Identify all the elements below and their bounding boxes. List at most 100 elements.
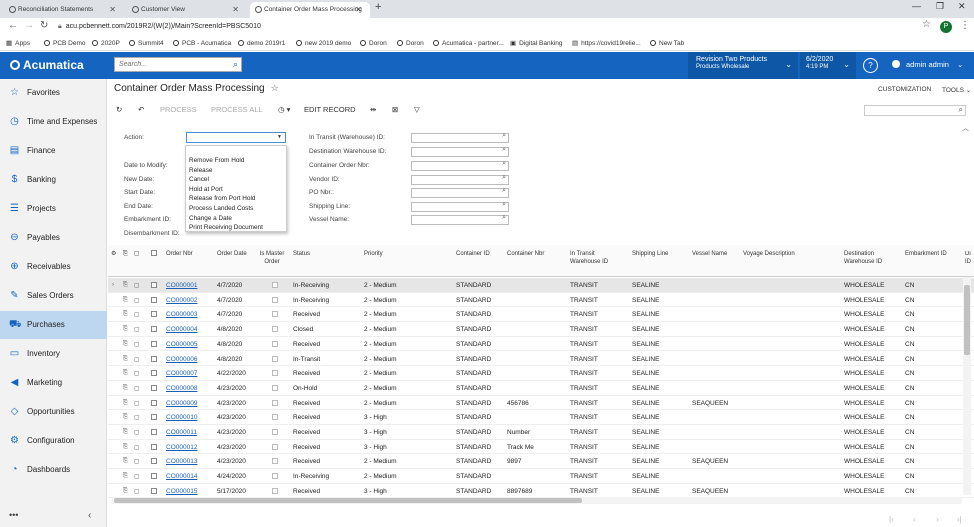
bookmark-item[interactable]: Doron <box>397 38 424 49</box>
cell-order-nbr[interactable]: CO000010 <box>166 414 197 421</box>
sidebar-item-configuration[interactable]: ⚙ Configuration <box>0 427 107 455</box>
note-icon[interactable]: ▢ <box>134 458 140 465</box>
grid-vertical-scrollbar[interactable] <box>963 277 971 495</box>
company-selector[interactable]: Revision Two Products Products Wholesale… <box>688 52 798 79</box>
row-select-checkbox[interactable] <box>151 384 157 391</box>
search-icon[interactable]: ⌕ <box>502 146 506 154</box>
table-row[interactable]: ⎘ ▢ CO000003 4/7/2020 Received 2 - Medium STAN… <box>108 307 974 323</box>
select-all-checkbox[interactable] <box>151 250 157 256</box>
attachment-icon[interactable]: ⎘ <box>123 385 128 392</box>
note-icon[interactable]: ▢ <box>134 326 140 333</box>
attachment-icon[interactable]: ⎘ <box>123 414 128 421</box>
col-container-id[interactable]: Container ID <box>456 251 490 259</box>
col-container-nbr[interactable]: Container Nbr <box>507 251 544 259</box>
note-icon[interactable]: ▢ <box>134 385 140 392</box>
user-menu[interactable]: admin admin ⌄ <box>886 52 974 79</box>
schedule-icon[interactable]: ◷ ▾ <box>278 105 290 114</box>
row-select-checkbox[interactable] <box>151 296 157 303</box>
search-icon[interactable]: ⌕ <box>502 187 506 195</box>
forward-icon[interactable]: → <box>24 20 34 31</box>
cell-order-nbr[interactable]: CO000006 <box>166 356 197 363</box>
action-select[interactable]: ▼ <box>186 132 286 143</box>
note-icon[interactable]: ▢ <box>134 444 140 451</box>
col-is-master-order[interactable]: Is Master Order <box>259 251 285 266</box>
col-order-nbr[interactable]: Order Nbr <box>166 251 193 259</box>
table-row[interactable]: ⎘ ▢ CO000005 4/8/2020 Received 2 - Medium STAN… <box>108 337 974 352</box>
search-icon[interactable]: ⌕ <box>502 174 506 182</box>
search-icon[interactable]: ⌕ <box>502 201 506 209</box>
edit-record-button[interactable]: EDIT RECORD <box>304 105 356 114</box>
cell-order-nbr[interactable]: CO000011 <box>166 429 197 436</box>
search-input[interactable] <box>115 58 225 71</box>
row-select-checkbox[interactable] <box>151 429 157 435</box>
sidebar-item-opportunities[interactable]: ◇ Opportunities <box>0 398 107 426</box>
sidebar-item-payables[interactable]: ⊖ Payables <box>0 224 107 252</box>
close-tab-icon[interactable]: ✕ <box>232 2 239 17</box>
profile-avatar[interactable]: P <box>940 21 952 33</box>
note-icon[interactable]: ▢ <box>134 429 140 436</box>
destination-warehouse-field[interactable]: ⌕ <box>411 146 509 157</box>
note-icon[interactable]: ▢ <box>134 356 140 363</box>
action-option[interactable]: Print Receiving Document <box>186 223 286 233</box>
acumatica-logo[interactable]: Acumatica <box>10 58 84 72</box>
browser-tab-active[interactable]: Container Order Mass Processing ✕ <box>250 2 370 18</box>
bookmark-star-icon[interactable]: ☆ <box>922 19 931 30</box>
undo-icon[interactable]: ↶ <box>138 105 144 114</box>
action-option[interactable]: Hold at Port <box>186 185 286 195</box>
search-icon[interactable]: ⌕ <box>233 59 238 70</box>
col-destination-warehouse-id[interactable]: Destination Warehouse ID <box>844 251 900 266</box>
cell-order-nbr[interactable]: CO000004 <box>166 326 197 333</box>
note-icon[interactable]: ▢ <box>134 370 140 377</box>
sidebar-item-purchases[interactable]: ⛟ Purchases <box>0 311 107 339</box>
attachment-icon[interactable]: ⎘ <box>123 444 128 451</box>
cell-order-nbr[interactable]: CO000013 <box>166 458 197 465</box>
row-select-checkbox[interactable] <box>151 487 157 494</box>
attachment-icon[interactable]: ⎘ <box>123 282 128 289</box>
favorite-star-icon[interactable]: ☆ <box>271 83 279 93</box>
scroll-thumb[interactable] <box>114 498 582 503</box>
cell-order-nbr[interactable]: CO000001 <box>166 282 197 289</box>
search-icon[interactable]: ⌕ <box>502 214 506 222</box>
attachment-icon[interactable]: ⎘ <box>123 400 128 407</box>
cell-order-nbr[interactable]: CO000005 <box>166 341 197 348</box>
attachment-icon[interactable]: ⎘ <box>123 429 128 436</box>
browser-tab[interactable]: Reconciliation Statements ✕ <box>4 2 124 18</box>
search-icon[interactable]: ⌕ <box>502 132 506 140</box>
note-icon[interactable]: ▢ <box>134 341 140 348</box>
cell-order-nbr[interactable]: CO000003 <box>166 311 197 318</box>
attachment-icon[interactable]: ⎘ <box>123 458 128 465</box>
bookmark-item[interactable]: demo 2019r1 <box>238 38 285 49</box>
table-row[interactable]: ⎘ ▢ CO000007 4/22/2020 Received 2 - Medium STA… <box>108 366 974 381</box>
row-select-checkbox[interactable] <box>151 326 157 333</box>
cell-order-nbr[interactable]: CO000002 <box>166 297 197 304</box>
sidebar-item-receivables[interactable]: ⊕ Receivables <box>0 253 107 281</box>
col-in-transit-warehouse-id[interactable]: In Transit Warehouse ID <box>570 251 620 266</box>
action-option[interactable]: Cancel <box>186 175 286 185</box>
browser-menu-icon[interactable]: ⋮ <box>960 20 970 31</box>
row-select-checkbox[interactable] <box>151 340 157 347</box>
table-row[interactable]: ⎘ ▢ CO000013 4/23/2020 Received 2 - Medium STA… <box>108 454 974 470</box>
close-window-icon[interactable]: ✕ <box>958 1 966 12</box>
col-priority[interactable]: Priority <box>364 251 383 259</box>
col-vessel-name[interactable]: Vessel Name <box>692 251 727 259</box>
row-select-checkbox[interactable] <box>151 458 157 465</box>
last-page-icon[interactable]: ›| <box>957 515 962 524</box>
table-row[interactable]: ⎘ ▢ CO000012 4/23/2020 Received 3 - High STAND… <box>108 440 974 455</box>
bookmark-item[interactable]: 2020P <box>92 38 120 49</box>
fit-to-screen-icon[interactable]: ⇹ <box>370 105 376 114</box>
attachment-icon[interactable]: ⎘ <box>123 370 128 377</box>
sidebar-item-dashboards[interactable]: ◔ Dashboards <box>0 456 107 484</box>
po-nbr-field[interactable]: ⌕ <box>411 187 509 198</box>
col-shipping-line[interactable]: Shipping Line <box>632 251 668 259</box>
refresh-icon[interactable]: ↻ <box>116 105 122 114</box>
bookmark-item[interactable]: New Tab <box>650 38 684 49</box>
cell-order-nbr[interactable]: CO000007 <box>166 370 197 377</box>
row-select-checkbox[interactable] <box>151 414 157 421</box>
action-option[interactable]: Release <box>186 166 286 176</box>
col-embarkment-id[interactable]: Embarkment ID <box>905 251 947 259</box>
sidebar-item-projects[interactable]: ☰ Projects <box>0 195 107 223</box>
row-select-checkbox[interactable] <box>151 355 157 362</box>
search-icon[interactable]: ⌕ <box>502 160 506 168</box>
note-icon[interactable]: ▢ <box>134 311 140 318</box>
filter-icon[interactable]: ▽ <box>414 105 420 114</box>
